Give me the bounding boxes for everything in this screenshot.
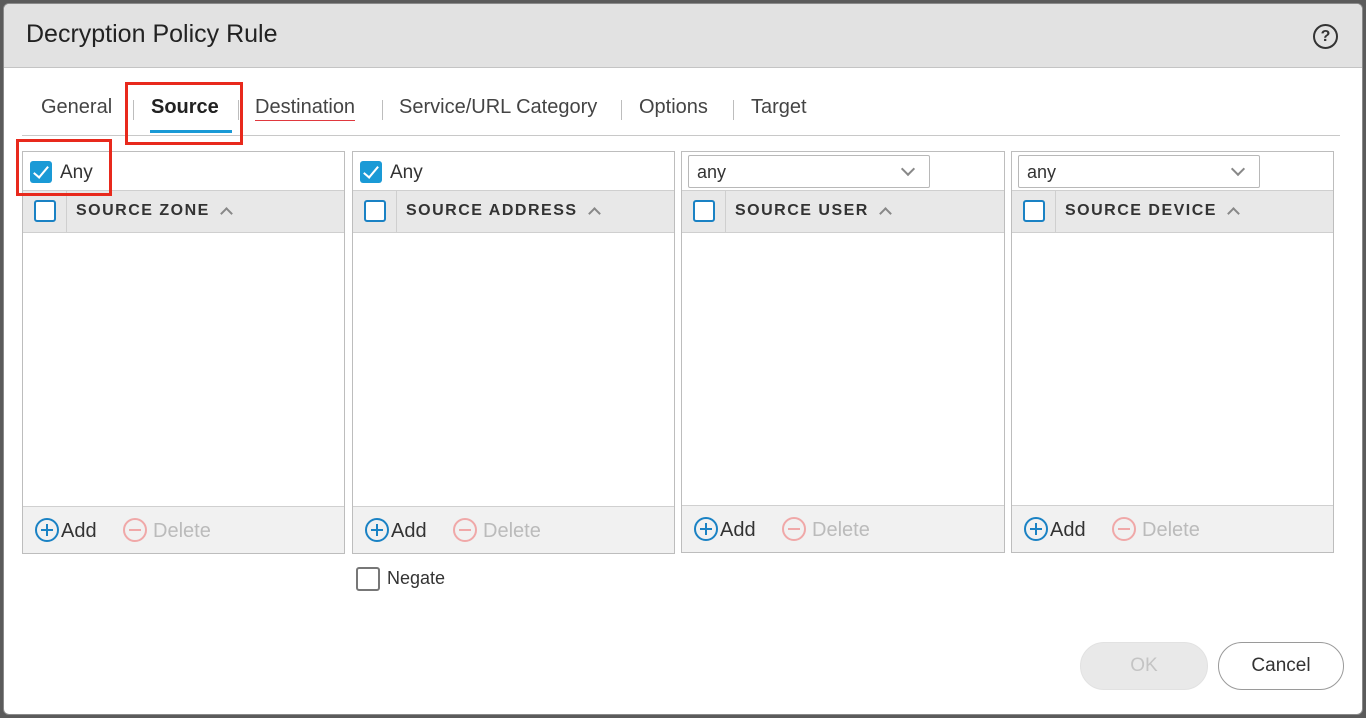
source-device-delete-button[interactable]: Delete	[1112, 517, 1200, 542]
source-address-header: SOURCE ADDRESS	[353, 190, 674, 233]
source-user-header: SOURCE USER	[682, 190, 1004, 233]
dialog-titlebar: Decryption Policy Rule ?	[4, 4, 1362, 68]
source-device-panel: any SOURCE DEVICE Add Delete	[1011, 151, 1334, 553]
source-address-panel: Any SOURCE ADDRESS Add Delete	[352, 151, 675, 554]
decryption-policy-dialog: Decryption Policy Rule ? General Source …	[3, 3, 1363, 715]
source-zone-delete-button[interactable]: Delete	[123, 518, 211, 543]
source-address-any-checkbox[interactable]	[360, 161, 382, 183]
source-user-delete-button[interactable]: Delete	[782, 517, 870, 542]
plus-circle-icon	[35, 518, 59, 542]
source-user-select-all-checkbox[interactable]	[693, 200, 715, 222]
minus-circle-icon	[782, 517, 806, 541]
plus-circle-icon	[1024, 517, 1048, 541]
source-address-add-button[interactable]: Add	[365, 518, 427, 543]
ok-button[interactable]: OK	[1080, 642, 1208, 690]
source-zone-column-header[interactable]: SOURCE ZONE	[76, 202, 233, 220]
source-zone-select-all-checkbox[interactable]	[34, 200, 56, 222]
source-user-panel: any SOURCE USER Add Delete	[681, 151, 1005, 553]
minus-circle-icon	[1112, 517, 1136, 541]
minus-circle-icon	[453, 518, 477, 542]
sort-asc-icon	[587, 207, 601, 220]
source-device-select[interactable]: any	[1018, 155, 1260, 188]
source-zone-header: SOURCE ZONE	[23, 190, 344, 233]
source-device-header: SOURCE DEVICE	[1012, 190, 1333, 233]
source-user-footer: Add Delete	[682, 505, 1004, 552]
source-user-add-button[interactable]: Add	[694, 517, 756, 542]
any-checkbox-highlight-box	[16, 139, 112, 196]
source-address-any-label: Any	[390, 162, 423, 183]
source-zone-add-button[interactable]: Add	[35, 518, 97, 543]
source-address-column-header[interactable]: SOURCE ADDRESS	[406, 202, 601, 220]
negate-checkbox[interactable]	[356, 567, 380, 591]
source-zone-panel: Any SOURCE ZONE Add Delete	[22, 151, 345, 554]
source-user-column-header[interactable]: SOURCE USER	[735, 202, 892, 220]
sort-asc-icon	[1227, 207, 1240, 220]
help-icon[interactable]: ?	[1313, 24, 1338, 49]
tab-general[interactable]: General	[41, 96, 112, 119]
sort-asc-icon	[878, 207, 892, 220]
source-address-delete-button[interactable]: Delete	[453, 518, 541, 543]
source-device-footer: Add Delete	[1012, 505, 1333, 552]
plus-circle-icon	[365, 518, 389, 542]
chevron-down-icon	[1230, 161, 1246, 177]
tab-separator	[621, 100, 622, 120]
tab-separator	[733, 100, 734, 120]
dialog-title: Decryption Policy Rule	[26, 20, 278, 48]
tab-target[interactable]: Target	[751, 96, 807, 119]
source-address-footer: Add Delete	[353, 506, 674, 553]
tab-destination[interactable]: Destination	[255, 96, 356, 121]
tab-service-url-category[interactable]: Service/URL Category	[399, 96, 597, 119]
source-device-select-all-checkbox[interactable]	[1023, 200, 1045, 222]
cancel-button[interactable]: Cancel	[1218, 642, 1344, 690]
source-device-add-button[interactable]: Add	[1024, 517, 1086, 542]
plus-circle-icon	[694, 517, 718, 541]
minus-circle-icon	[123, 518, 147, 542]
sort-asc-icon	[219, 207, 233, 220]
chevron-down-icon	[900, 161, 916, 177]
tab-options[interactable]: Options	[639, 96, 708, 119]
negate-label: Negate	[387, 568, 446, 588]
source-device-column-header[interactable]: SOURCE DEVICE	[1065, 202, 1240, 220]
source-user-select[interactable]: any	[688, 155, 930, 188]
tab-separator	[382, 100, 383, 120]
source-tab-highlight-box	[125, 82, 243, 145]
source-address-select-all-checkbox[interactable]	[364, 200, 386, 222]
source-zone-footer: Add Delete	[23, 506, 344, 553]
